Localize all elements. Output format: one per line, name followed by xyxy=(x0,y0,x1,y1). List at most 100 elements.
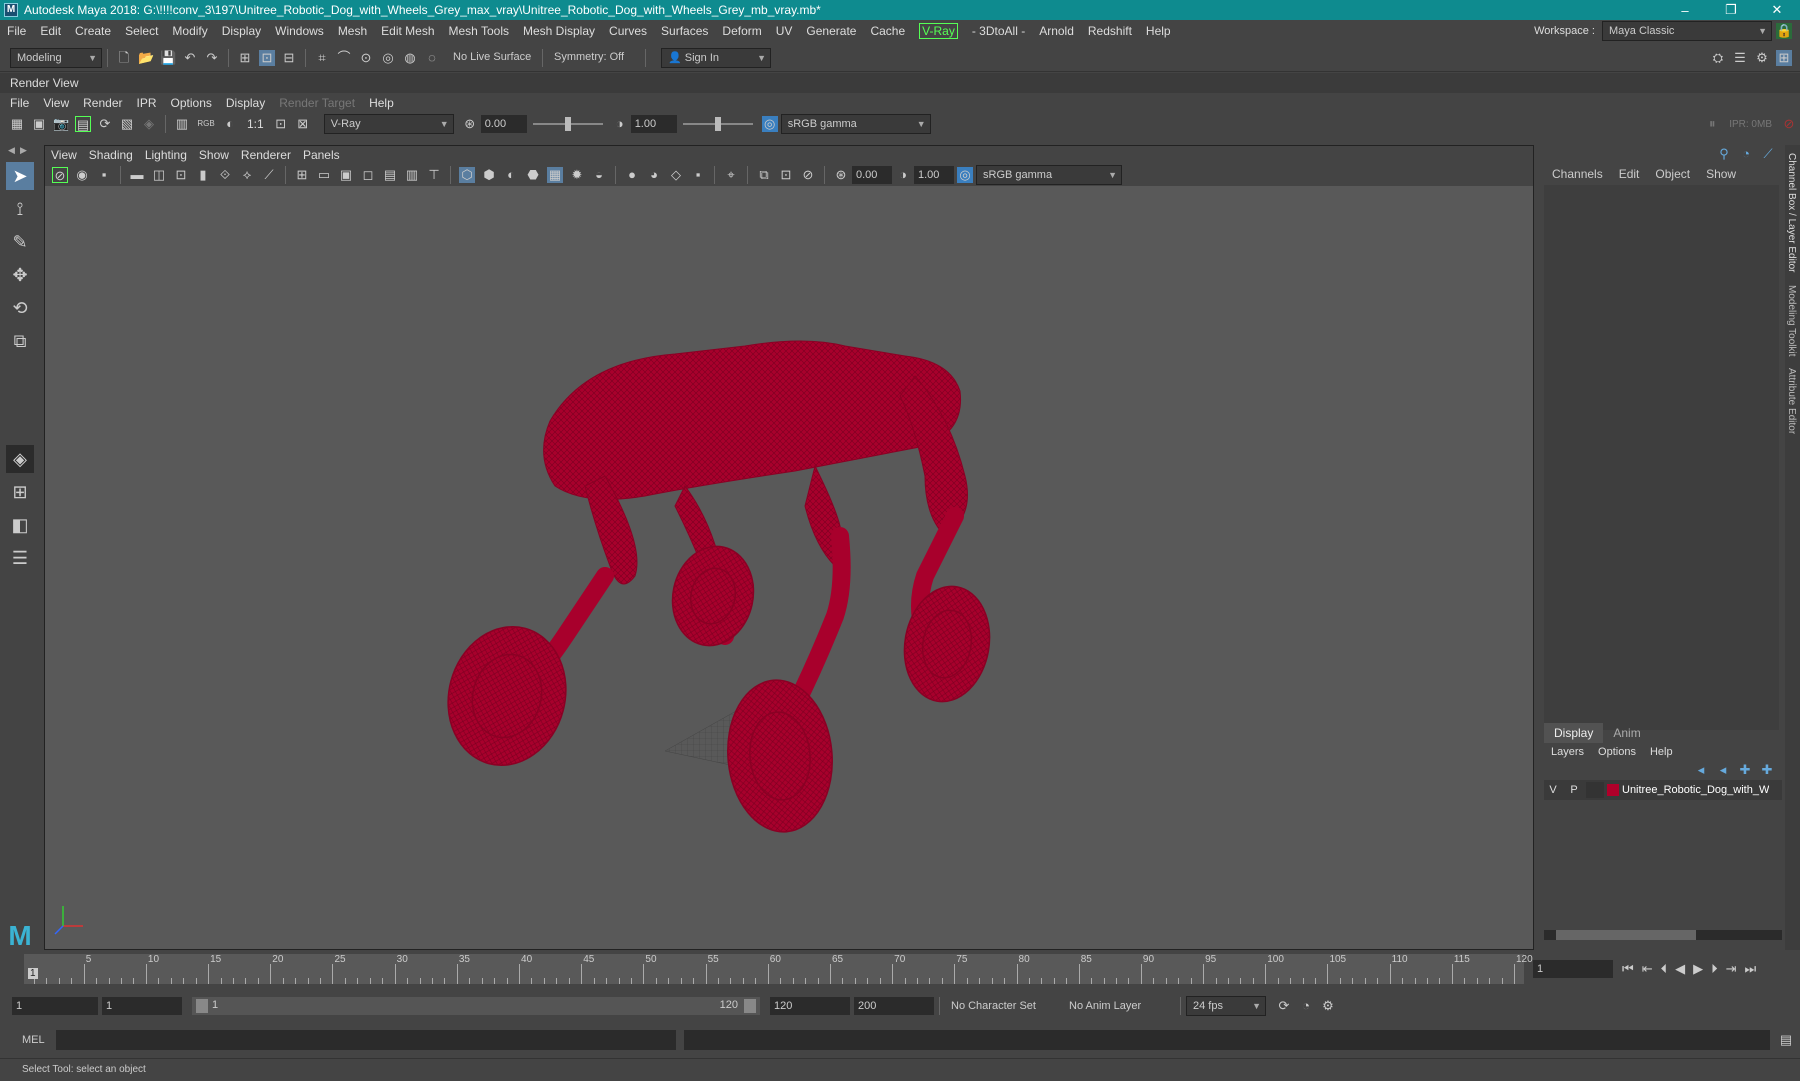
resolution-gate-icon[interactable]: ⊡ xyxy=(173,167,189,183)
grid-icon[interactable]: ⊞ xyxy=(294,167,310,183)
rgb-icon[interactable]: RGB xyxy=(196,116,216,132)
script-editor-icon[interactable]: ▤ xyxy=(1778,1032,1794,1048)
snap-grid-icon[interactable]: ⌗ xyxy=(314,50,330,66)
select-component-icon[interactable]: ⊟ xyxy=(281,50,297,66)
menu-mesh-display[interactable]: Mesh Display xyxy=(516,20,602,42)
outliner-layout-icon[interactable]: ☰ xyxy=(6,544,34,572)
modeling-toolkit-icon[interactable]: ⛭ xyxy=(1710,50,1726,66)
four-view-layout-icon[interactable]: ⊞ xyxy=(6,478,34,506)
anti-alias-icon[interactable]: ◇ xyxy=(668,167,684,183)
tab-display[interactable]: Display xyxy=(1544,723,1604,743)
side-tab-attribute-editor[interactable]: Attribute Editor xyxy=(1785,364,1798,438)
two-view-layout-icon[interactable]: ◧ xyxy=(6,511,34,539)
ipr-pause-icon[interactable]: ⏸ xyxy=(1704,116,1720,132)
attribute-icon[interactable]: ◔ xyxy=(1738,146,1754,162)
snapshot-icon[interactable]: 📷 xyxy=(53,116,69,132)
backface-culling-icon[interactable]: ⊘ xyxy=(800,167,816,183)
exposure-slider[interactable] xyxy=(532,117,603,131)
channel-box-icon[interactable]: ⚲ xyxy=(1716,146,1732,162)
current-time-indicator[interactable]: 1 xyxy=(28,968,38,979)
rv-menu-options[interactable]: Options xyxy=(164,93,219,113)
time-ruler[interactable]: 5 10 15 20 25 30 35 40 45 50 55 60 65 70 75 80 85 90 95 100… xyxy=(24,954,1533,984)
xray-icon[interactable]: ▦ xyxy=(547,167,563,183)
pin-icon[interactable]: ⟋ xyxy=(1760,146,1776,162)
restore-button[interactable]: ❐ xyxy=(1708,2,1754,18)
step-forward-frame-icon[interactable]: ⏵ xyxy=(1711,961,1718,977)
playback-end-field[interactable]: 120 xyxy=(770,997,850,1015)
gamma-icon[interactable]: ◑ xyxy=(612,116,628,132)
side-tab-channel-box[interactable]: Channel Box / Layer Editor xyxy=(1785,149,1798,277)
menu-deform[interactable]: Deform xyxy=(715,20,768,42)
attribute-editor-icon[interactable]: ☰ xyxy=(1732,50,1748,66)
scale-tool-icon[interactable]: ⧉ xyxy=(6,327,34,355)
command-input[interactable] xyxy=(56,1030,676,1050)
menu-create[interactable]: Create xyxy=(68,20,118,42)
current-time-field[interactable]: 1 xyxy=(1533,960,1613,978)
mode-dropdown[interactable]: Modeling ▼ xyxy=(10,47,102,68)
menu-windows[interactable]: Windows xyxy=(268,20,331,42)
range-bar[interactable]: 1 120 xyxy=(192,997,760,1015)
slider-knob[interactable] xyxy=(714,117,721,131)
rv-menu-ipr[interactable]: IPR xyxy=(130,93,164,113)
go-to-end-icon[interactable]: ⏭ xyxy=(1745,961,1757,977)
redo-render-icon[interactable]: ▣ xyxy=(31,116,47,132)
smooth-shade-icon[interactable]: ⬢ xyxy=(481,167,497,183)
camera-select-icon[interactable]: ⊘ xyxy=(52,167,68,183)
tool-settings-icon[interactable]: ⚙ xyxy=(1754,50,1770,66)
renderer-dropdown[interactable]: V-Ray ▼ xyxy=(323,114,454,134)
rv-menu-file[interactable]: File xyxy=(3,93,36,113)
move-layer-up-icon[interactable]: ◂ xyxy=(1693,762,1709,778)
play-backwards-icon[interactable]: ◀ xyxy=(1675,961,1685,977)
playback-start-field[interactable]: 1 xyxy=(102,997,182,1015)
remove-image-icon[interactable]: ⊠ xyxy=(295,116,311,132)
shadows-icon[interactable]: ◒ xyxy=(591,167,607,183)
layer-menu-help[interactable]: Help xyxy=(1643,741,1680,763)
move-layer-down-icon[interactable]: ◂ xyxy=(1715,762,1731,778)
alpha-icon[interactable]: ◐ xyxy=(222,116,238,132)
screen-space-ao-icon[interactable]: ● xyxy=(624,167,640,183)
channel-box-icon[interactable]: ⊞ xyxy=(1776,49,1792,66)
exposure-field[interactable]: 0.00 xyxy=(480,115,527,133)
minimize-button[interactable]: – xyxy=(1662,3,1708,18)
symmetry-dropdown[interactable]: Symmetry: Off xyxy=(548,47,640,68)
vp-menu-panels[interactable]: Panels xyxy=(297,146,346,164)
motion-blur-icon[interactable]: ◕ xyxy=(646,167,662,183)
animation-end-field[interactable]: 200 xyxy=(854,997,934,1015)
snap-curve-icon[interactable]: ⌒ xyxy=(336,50,352,66)
slider-knob[interactable] xyxy=(564,117,571,131)
menu-generate[interactable]: Generate xyxy=(799,20,863,42)
character-set-dropdown[interactable]: No Character Set xyxy=(945,1000,1063,1012)
stop-icon[interactable]: ◈ xyxy=(141,116,157,132)
gamma-slider[interactable] xyxy=(682,117,753,131)
loop-icon[interactable]: ⟳ xyxy=(1276,998,1292,1014)
layer-type-toggle[interactable] xyxy=(1586,782,1604,798)
snap-surface-icon[interactable]: ◍ xyxy=(402,50,418,66)
menu-arnold[interactable]: Arnold xyxy=(1032,20,1081,42)
select-tool-icon[interactable]: ➤ xyxy=(6,162,34,190)
snap-point-icon[interactable]: ⊙ xyxy=(358,50,374,66)
menu-help[interactable]: Help xyxy=(1139,20,1178,42)
range-end-handle[interactable] xyxy=(744,999,756,1013)
range-start-handle[interactable] xyxy=(196,999,208,1013)
cb-menu-edit[interactable]: Edit xyxy=(1611,163,1648,185)
cb-menu-channels[interactable]: Channels xyxy=(1544,163,1611,185)
vp-exposure-icon[interactable]: ⊛ xyxy=(833,167,849,183)
viewport-canvas[interactable]: persp xyxy=(45,186,1533,981)
open-scene-icon[interactable]: 📂 xyxy=(138,50,154,66)
animation-preferences-icon[interactable]: ⚙ xyxy=(1320,998,1336,1014)
workspace-dropdown[interactable]: Maya Classic ▼ xyxy=(1602,21,1772,41)
render-icon[interactable]: ▦ xyxy=(9,116,25,132)
isolate-select-icon[interactable]: ⌖ xyxy=(723,167,739,183)
safe-action-icon[interactable]: ⟡ xyxy=(239,167,255,183)
rv-menu-view[interactable]: View xyxy=(36,93,76,113)
vp-gamma-icon[interactable]: ◑ xyxy=(895,167,911,183)
menu-redshift[interactable]: Redshift xyxy=(1081,20,1139,42)
menu-mesh[interactable]: Mesh xyxy=(331,20,374,42)
channel-box-area[interactable] xyxy=(1544,185,1779,730)
cb-menu-object[interactable]: Object xyxy=(1647,163,1698,185)
ipr-icon[interactable]: ▤ xyxy=(75,116,91,132)
menu-edit[interactable]: Edit xyxy=(33,20,68,42)
command-language-label[interactable]: MEL xyxy=(22,1034,52,1046)
menu-curves[interactable]: Curves xyxy=(602,20,654,42)
move-tool-icon[interactable]: ✥ xyxy=(6,261,34,289)
